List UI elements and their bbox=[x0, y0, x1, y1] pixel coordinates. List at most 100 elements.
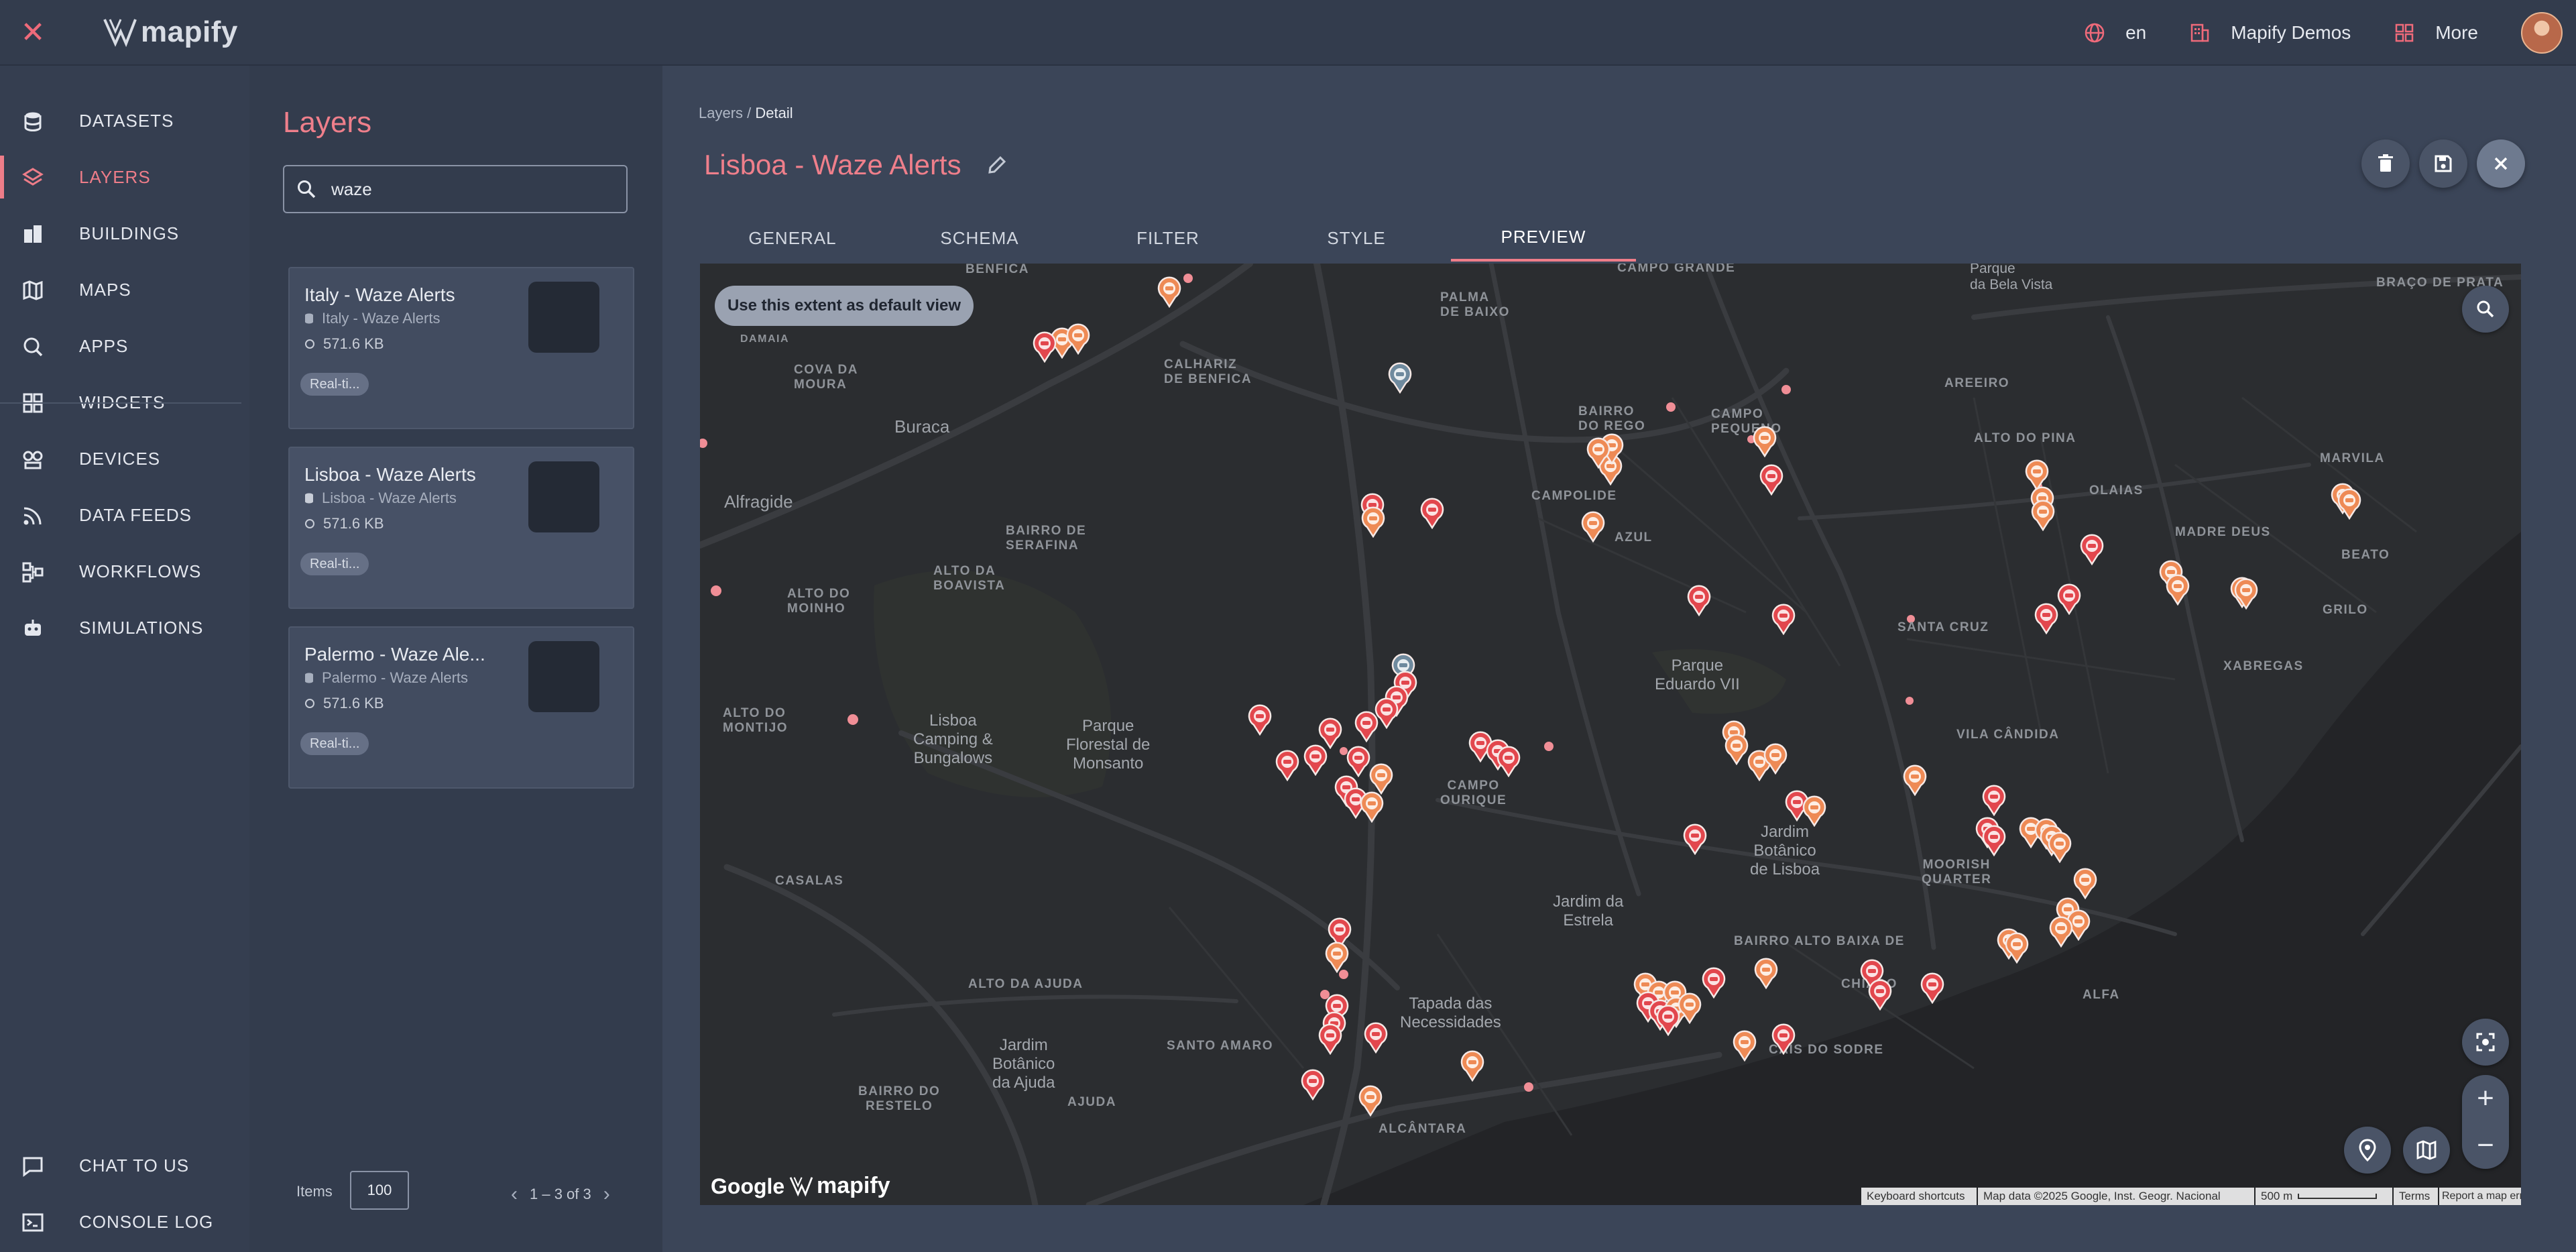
search-input[interactable] bbox=[330, 178, 611, 201]
alert-marker-icon[interactable] bbox=[2030, 499, 2056, 532]
tab-schema[interactable]: SCHEMA bbox=[885, 215, 1074, 262]
terms-link[interactable]: Terms bbox=[2394, 1188, 2438, 1205]
edit-pencil-icon[interactable] bbox=[986, 154, 1008, 176]
nav-label: LAYERS bbox=[79, 166, 151, 187]
report-map-error-link[interactable]: Report a map error bbox=[2439, 1188, 2521, 1205]
map-preview[interactable]: BENFICA DAMAIA COVA DA MOURA CALHARIZ DE… bbox=[700, 264, 2521, 1205]
alert-marker-icon[interactable] bbox=[1300, 1068, 1326, 1101]
layer-card[interactable]: Palermo - Waze Ale... Palermo - Waze Ale… bbox=[288, 626, 634, 789]
alert-marker-icon[interactable] bbox=[1363, 1021, 1389, 1054]
alert-marker-icon[interactable] bbox=[1496, 745, 1521, 778]
alert-marker-icon[interactable] bbox=[1247, 703, 1273, 736]
nav-item-simulations[interactable]: SIMULATIONS bbox=[0, 601, 249, 655]
alert-marker-icon[interactable] bbox=[1324, 941, 1350, 974]
tab-filter[interactable]: FILTER bbox=[1074, 215, 1262, 262]
organization-label: Mapify Demos bbox=[2231, 22, 2351, 43]
organization-selector[interactable]: Mapify Demos bbox=[2189, 22, 2351, 44]
tab-preview[interactable]: PREVIEW bbox=[1451, 215, 1636, 262]
alert-marker-icon[interactable] bbox=[1655, 1004, 1681, 1037]
alert-marker-icon[interactable] bbox=[1920, 972, 1945, 1005]
alert-marker-icon[interactable] bbox=[1686, 584, 1712, 617]
alert-marker-icon[interactable] bbox=[1771, 1023, 1796, 1056]
nav-item-buildings[interactable]: BUILDINGS bbox=[0, 207, 249, 260]
zoom-out-button[interactable]: − bbox=[2462, 1122, 2509, 1169]
layer-card[interactable]: Lisboa - Waze Alerts Lisboa - Waze Alert… bbox=[288, 447, 634, 609]
alert-marker-icon[interactable] bbox=[1359, 791, 1385, 823]
alert-marker-icon[interactable] bbox=[1724, 733, 1749, 766]
alert-marker-icon[interactable] bbox=[2048, 915, 2074, 948]
alert-marker-icon[interactable] bbox=[2165, 573, 2190, 606]
tab-general[interactable]: GENERAL bbox=[700, 215, 885, 262]
alert-marker-icon[interactable] bbox=[1275, 749, 1300, 782]
alert-marker-icon[interactable] bbox=[1065, 323, 1091, 355]
alert-marker-icon[interactable] bbox=[1759, 463, 1784, 496]
alert-marker-icon[interactable] bbox=[2047, 831, 2072, 864]
alert-marker-icon[interactable] bbox=[1701, 966, 1726, 999]
layer-search[interactable] bbox=[283, 165, 628, 213]
alert-marker-icon[interactable] bbox=[1902, 764, 1928, 797]
alert-marker-icon[interactable] bbox=[1752, 425, 1777, 458]
nav-item-datasets[interactable]: DATASETS bbox=[0, 94, 249, 148]
alert-marker-icon[interactable] bbox=[1753, 957, 1779, 990]
brand-logo[interactable]: mapify bbox=[102, 15, 238, 49]
alert-marker-icon[interactable] bbox=[1360, 506, 1386, 538]
keyboard-shortcuts-link[interactable]: Keyboard shortcuts bbox=[1861, 1188, 1977, 1205]
more-menu[interactable]: More bbox=[2394, 22, 2478, 44]
nav-item-layers[interactable]: LAYERS bbox=[0, 150, 249, 204]
map-search-button[interactable] bbox=[2462, 286, 2509, 333]
layer-card[interactable]: Italy - Waze Alerts Italy - Waze Alerts … bbox=[288, 267, 634, 429]
nav-item-chat[interactable]: CHAT TO US bbox=[0, 1139, 249, 1192]
alert-marker-icon[interactable] bbox=[1419, 497, 1445, 530]
alert-marker-icon[interactable] bbox=[1586, 437, 1611, 469]
alert-marker-icon[interactable] bbox=[2004, 931, 2030, 964]
map-scale[interactable]: 500 m bbox=[2256, 1188, 2392, 1205]
map-type-button[interactable] bbox=[2403, 1127, 2450, 1174]
alert-marker-icon[interactable] bbox=[2056, 583, 2082, 616]
alert-marker-icon[interactable] bbox=[1682, 823, 1708, 856]
alert-marker-icon[interactable] bbox=[2072, 867, 2098, 900]
alert-marker-icon[interactable] bbox=[1303, 744, 1328, 777]
alert-marker-icon[interactable] bbox=[2233, 577, 2259, 610]
tab-style[interactable]: STYLE bbox=[1262, 215, 1451, 262]
nav-item-console-log[interactable]: CONSOLE LOG bbox=[0, 1195, 249, 1249]
nav-item-apps[interactable]: APPS bbox=[0, 319, 249, 373]
zoom-in-button[interactable]: + bbox=[2462, 1075, 2509, 1122]
location-button[interactable] bbox=[2344, 1127, 2391, 1174]
breadcrumb-layers-link[interactable]: Layers bbox=[699, 105, 743, 121]
next-page-icon[interactable]: › bbox=[603, 1183, 610, 1206]
alert-marker-icon[interactable] bbox=[1318, 1023, 1343, 1056]
previous-page-icon[interactable]: ‹ bbox=[511, 1183, 518, 1206]
alert-marker-icon[interactable] bbox=[1460, 1049, 1485, 1082]
alert-marker-icon[interactable] bbox=[2034, 602, 2059, 635]
fit-bounds-button[interactable] bbox=[2462, 1019, 2509, 1066]
alert-marker-icon[interactable] bbox=[1580, 510, 1606, 543]
alert-marker-icon[interactable] bbox=[1802, 795, 1827, 828]
alert-marker-icon[interactable] bbox=[1771, 603, 1796, 636]
alert-marker-icon[interactable] bbox=[1981, 824, 2007, 857]
alert-marker-icon[interactable] bbox=[1157, 276, 1182, 308]
alert-marker-icon[interactable] bbox=[1354, 710, 1379, 743]
alert-marker-icon[interactable] bbox=[1981, 784, 2007, 817]
alert-marker-icon[interactable] bbox=[1358, 1084, 1383, 1117]
alert-marker-icon[interactable] bbox=[2337, 488, 2362, 520]
nav-item-devices[interactable]: DEVICES bbox=[0, 432, 249, 486]
save-button[interactable] bbox=[2419, 139, 2467, 188]
alert-marker-icon[interactable] bbox=[2079, 533, 2105, 566]
alert-marker-icon[interactable] bbox=[1867, 978, 1893, 1011]
items-per-page-input[interactable]: 100 bbox=[350, 1171, 409, 1210]
alert-marker-icon[interactable] bbox=[1732, 1029, 1757, 1062]
nav-item-data-feeds[interactable]: DATA FEEDS bbox=[0, 488, 249, 542]
alert-marker-icon[interactable] bbox=[1032, 331, 1057, 363]
nav-item-workflows[interactable]: WORKFLOWS bbox=[0, 545, 249, 598]
alert-marker-icon[interactable] bbox=[1346, 745, 1371, 778]
delete-button[interactable] bbox=[2361, 139, 2410, 188]
close-detail-button[interactable] bbox=[2477, 139, 2525, 188]
use-extent-default-view-button[interactable]: Use this extent as default view bbox=[715, 286, 974, 326]
nav-item-maps[interactable]: MAPS bbox=[0, 263, 249, 317]
alert-marker-icon[interactable] bbox=[1368, 762, 1394, 795]
user-avatar[interactable] bbox=[2521, 12, 2563, 54]
close-app-button[interactable]: ✕ bbox=[0, 0, 66, 65]
language-selector[interactable]: en bbox=[2084, 22, 2146, 44]
alert-marker-icon[interactable] bbox=[1387, 361, 1413, 394]
alert-marker-icon[interactable] bbox=[1763, 742, 1788, 775]
